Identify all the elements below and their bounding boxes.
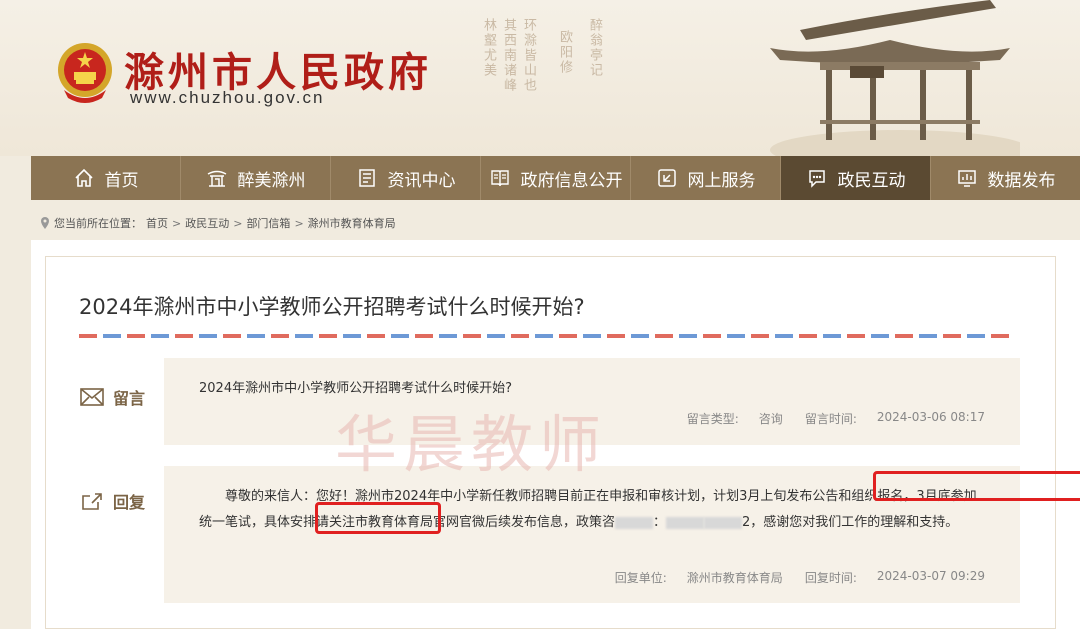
main-navigation: 首页 醉美滁州 资讯中心 政府信息公开 网上服务 政民互动 数据发布 bbox=[31, 156, 1080, 200]
reply-box: 尊敬的来信人：您好！滁州市2024年中小学新任教师招聘目前正在申报和审核计划，计… bbox=[164, 466, 1080, 603]
site-url[interactable]: www.chuzhou.gov.cn bbox=[130, 88, 324, 108]
calligraphy-line: 环滁皆山也 bbox=[521, 18, 536, 93]
message-label: 留言 bbox=[79, 385, 145, 409]
calligraphy-line: 林壑尤美 bbox=[481, 18, 496, 78]
breadcrumb-separator: > bbox=[233, 216, 243, 230]
breadcrumb-prefix: 您当前所在位置： bbox=[54, 217, 142, 230]
message-type-value: 咨询 bbox=[758, 412, 783, 426]
calligraphy-line: 欧阳修 bbox=[557, 30, 572, 75]
message-label-text: 留言 bbox=[113, 389, 146, 408]
message-time-label: 留言时间: bbox=[804, 412, 857, 426]
redacted-blur bbox=[615, 516, 654, 529]
breadcrumb: 您当前所在位置： 首页 > 政民互动 > 部门信箱 > 滁州市教育体育局 bbox=[40, 215, 396, 231]
airmail-divider bbox=[79, 334, 1009, 338]
nav-item-news[interactable]: 资讯中心 bbox=[331, 156, 481, 200]
message-box: 2024年滁州市中小学教师公开招聘考试什么时候开始? 留言类型: 咨询 留言时间… bbox=[164, 358, 1020, 445]
message-time-value: 2024-03-06 08:17 bbox=[876, 410, 985, 424]
home-icon bbox=[74, 168, 93, 187]
share-reply-icon bbox=[82, 493, 102, 510]
nav-item-label: 网上服务 bbox=[687, 170, 756, 191]
reply-time-label: 回复时间: bbox=[804, 571, 857, 585]
calligraphy-line: 其西南诸峰 bbox=[501, 18, 516, 93]
breadcrumb-link-home[interactable]: 首页 bbox=[146, 215, 168, 231]
breadcrumb-link-bureau[interactable]: 滁州市教育体育局 bbox=[308, 215, 396, 231]
main-content: 2024年滁州市中小学教师公开招聘考试什么时候开始? 留言 2024年滁州市中小… bbox=[31, 240, 1080, 629]
chat-icon bbox=[808, 170, 825, 188]
breadcrumb-separator: > bbox=[294, 216, 304, 230]
calligraphy-line: 醉翁亭记 bbox=[587, 18, 602, 78]
page-title: 2024年滁州市中小学教师公开招聘考试什么时候开始? bbox=[79, 295, 585, 319]
envelope-icon bbox=[80, 388, 104, 406]
nav-item-label: 醉美滁州 bbox=[237, 170, 306, 191]
message-content: 2024年滁州市中小学教师公开招聘考试什么时候开始? bbox=[199, 381, 512, 396]
pavilion-illustration bbox=[770, 0, 1020, 156]
message-type-label: 留言类型: bbox=[686, 412, 739, 426]
nav-item-label: 数据发布 bbox=[987, 170, 1056, 191]
nav-item-interaction[interactable]: 政民互动 bbox=[781, 156, 931, 200]
redacted-blur bbox=[666, 516, 705, 529]
service-icon bbox=[657, 169, 676, 187]
reply-label: 回复 bbox=[79, 489, 145, 513]
highlight-box bbox=[873, 471, 1080, 501]
redacted-blur bbox=[704, 516, 743, 529]
reply-text-part3: 2，感谢您对我们工作的理解和支持。 bbox=[742, 515, 959, 530]
nav-item-home[interactable]: 首页 bbox=[31, 156, 181, 200]
national-emblem-icon bbox=[58, 43, 112, 103]
chart-icon bbox=[957, 170, 976, 187]
nav-item-data[interactable]: 数据发布 bbox=[931, 156, 1080, 200]
news-icon bbox=[358, 169, 375, 187]
nav-item-label: 政府信息公开 bbox=[520, 170, 623, 191]
breadcrumb-link-interaction[interactable]: 政民互动 bbox=[185, 215, 229, 231]
pavilion-icon bbox=[207, 170, 226, 187]
nav-item-label: 首页 bbox=[104, 170, 139, 191]
nav-item-online-service[interactable]: 网上服务 bbox=[631, 156, 781, 200]
location-pin-icon bbox=[41, 217, 49, 229]
book-icon bbox=[490, 170, 509, 187]
nav-item-scenery[interactable]: 醉美滁州 bbox=[181, 156, 331, 200]
reply-unit-label: 回复单位: bbox=[614, 571, 667, 585]
letter-card: 2024年滁州市中小学教师公开招聘考试什么时候开始? 留言 2024年滁州市中小… bbox=[45, 256, 1080, 629]
breadcrumb-separator: > bbox=[172, 216, 182, 230]
nav-item-label: 资讯中心 bbox=[387, 170, 456, 191]
nav-item-label: 政民互动 bbox=[837, 170, 906, 191]
highlight-box bbox=[315, 502, 441, 534]
reply-time-value: 2024-03-07 09:29 bbox=[876, 569, 985, 583]
site-header: 滁州市人民政府 www.chuzhou.gov.cn 林壑尤美 其西南诸峰 环滁… bbox=[0, 0, 1080, 156]
breadcrumb-link-mailbox[interactable]: 部门信箱 bbox=[246, 215, 290, 231]
nav-item-gov-info[interactable]: 政府信息公开 bbox=[481, 156, 631, 200]
reply-unit-value: 滁州市教育体育局 bbox=[686, 571, 783, 585]
reply-text-part2: ： bbox=[653, 515, 667, 530]
message-meta: 留言类型: 咨询 留言时间: 2024-03-06 08:17 bbox=[687, 410, 985, 427]
reply-meta: 回复单位: 滁州市教育体育局 回复时间: 2024-03-07 09:29 bbox=[615, 569, 985, 586]
reply-label-text: 回复 bbox=[113, 493, 146, 512]
